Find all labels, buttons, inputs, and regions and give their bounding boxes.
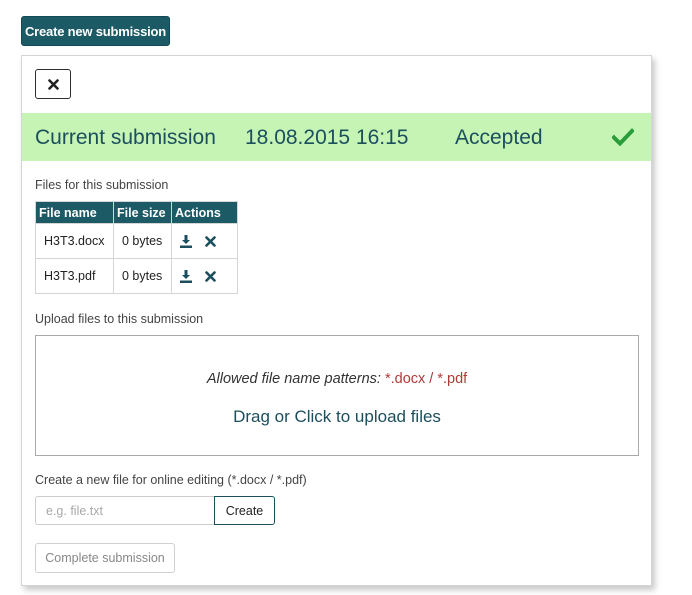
file-size-cell: 0 bytes (113, 223, 172, 259)
files-section-label: Files for this submission (35, 178, 169, 192)
column-header-actions: Actions (171, 201, 238, 224)
download-icon[interactable] (180, 270, 192, 284)
column-header-file-size: File size (113, 201, 172, 224)
file-name-cell: H3T3.docx (35, 223, 114, 259)
upload-section-label: Upload files to this submission (35, 312, 204, 326)
column-header-file-name: File name (35, 201, 114, 224)
submission-state: Accepted (455, 126, 543, 149)
create-file-button[interactable]: Create (214, 496, 275, 525)
delete-icon[interactable] (205, 236, 217, 247)
create-new-submission-button[interactable]: Create new submission (21, 16, 170, 46)
allowed-patterns-prefix: Allowed file name patterns: (206, 371, 385, 387)
allowed-patterns-value: *.docx / *.pdf (384, 371, 468, 387)
upload-dropzone[interactable]: Allowed file name patterns: *.docx / *.p… (35, 335, 639, 456)
allowed-patterns-text: Allowed file name patterns: *.docx / *.p… (36, 371, 638, 387)
delete-icon[interactable] (205, 271, 217, 282)
dropzone-prompt: Drag or Click to upload files (233, 407, 441, 426)
files-table: File name File size Actions H3T3.docx 0 … (35, 201, 238, 294)
new-file-section-label: Create a new file for online editing (*.… (35, 473, 307, 487)
download-icon[interactable] (180, 235, 192, 249)
close-panel-button[interactable] (35, 69, 71, 99)
submission-date: 18.08.2015 16:15 (245, 126, 409, 149)
file-name-cell: H3T3.pdf (35, 258, 114, 294)
close-icon (47, 78, 59, 90)
status-label: Current submission (35, 126, 216, 149)
checkmark-icon (612, 128, 634, 146)
file-actions-cell (171, 258, 238, 294)
file-size-cell: 0 bytes (113, 258, 172, 294)
table-row: H3T3.docx 0 bytes (35, 223, 238, 259)
submission-status-bar: Current submission 18.08.2015 16:15 Acce… (22, 113, 651, 161)
table-row: H3T3.pdf 0 bytes (35, 258, 238, 294)
file-actions-cell (171, 223, 238, 259)
new-file-name-input[interactable] (35, 496, 215, 525)
submission-panel: Current submission 18.08.2015 16:15 Acce… (21, 55, 652, 586)
complete-submission-button[interactable]: Complete submission (35, 543, 175, 573)
